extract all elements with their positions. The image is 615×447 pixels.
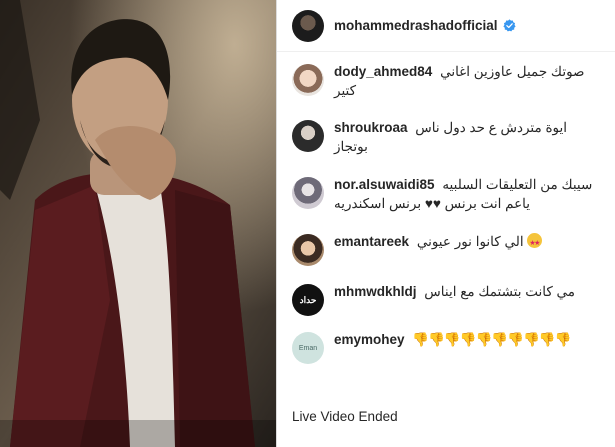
avatar-text: حداد	[299, 294, 317, 305]
comment-text: 👎👎👎👎👎👎👎👎👎👎	[412, 332, 571, 347]
video-frame	[0, 0, 276, 447]
star-struck-emoji-icon	[527, 233, 543, 253]
comment-username[interactable]: mhmwdkhldj	[334, 284, 417, 299]
comment-item: Eman emymohey 👎👎👎👎👎👎👎👎👎👎	[292, 330, 600, 364]
live-video-player[interactable]	[0, 0, 276, 447]
post-header: mohammedrashadofficial	[277, 0, 615, 52]
commenter-avatar[interactable]: حداد	[292, 284, 324, 316]
author-username[interactable]: mohammedrashadofficial	[334, 18, 498, 33]
comment-item: shroukroaa ايوة متردش ع حد دول ناس بوتجا…	[292, 118, 600, 156]
comment-text: الي كانوا نور عيوني	[416, 234, 524, 249]
comment-item: dody_ahmed84 صوتك جميل عاوزين اغاني كتير	[292, 62, 600, 100]
verified-badge-icon	[502, 19, 516, 32]
avatar-text: Eman	[298, 344, 318, 352]
comment-username[interactable]: dody_ahmed84	[334, 64, 432, 79]
comment-username[interactable]: emymohey	[334, 332, 405, 347]
comment-username[interactable]: shroukroaa	[334, 120, 408, 135]
comment-item: emantareek الي كانوا نور عيوني	[292, 232, 600, 266]
live-ended-status: Live Video Ended	[292, 409, 398, 424]
comment-item: nor.alsuwaidi85 سيبك من التعليقات السلبي…	[292, 175, 600, 213]
commenter-avatar[interactable]	[292, 177, 324, 209]
comment-item: حداد mhmwdkhldj مي كانت بتشتمك مع ايناس	[292, 282, 600, 316]
comment-username[interactable]: emantareek	[334, 234, 409, 249]
commenter-avatar[interactable]	[292, 120, 324, 152]
commenter-avatar[interactable]	[292, 64, 324, 96]
comments-panel: mohammedrashadofficial dody_ahmed84 صوتك…	[276, 0, 615, 447]
comment-username[interactable]: nor.alsuwaidi85	[334, 177, 435, 192]
commenter-avatar[interactable]: Eman	[292, 332, 324, 364]
comment-text: مي كانت بتشتمك مع ايناس	[424, 284, 576, 299]
commenter-avatar[interactable]	[292, 234, 324, 266]
author-avatar[interactable]	[292, 9, 324, 42]
